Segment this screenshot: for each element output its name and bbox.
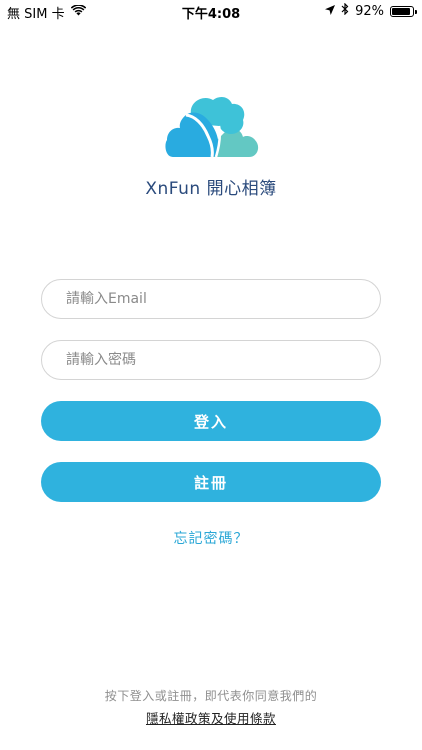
- battery-fill: [392, 7, 411, 15]
- password-field[interactable]: [41, 340, 381, 380]
- login-button[interactable]: 登入: [41, 401, 381, 441]
- email-input[interactable]: [42, 280, 380, 318]
- battery-percent: 92%: [355, 3, 384, 19]
- cloud-logo-icon: [161, 94, 261, 164]
- password-input[interactable]: [42, 341, 380, 379]
- register-button[interactable]: 註冊: [41, 462, 381, 502]
- app-name: XnFun 開心相簿: [145, 179, 277, 199]
- email-field[interactable]: [41, 279, 381, 319]
- bluetooth-icon: [341, 2, 349, 19]
- location-arrow-icon: [325, 4, 336, 19]
- forgot-password-link[interactable]: 忘記密碼？: [0, 528, 422, 548]
- status-bar-right: 92%: [325, 2, 417, 19]
- status-bar: 無 SIM 卡 下午4:08 92%: [0, 0, 422, 22]
- battery-icon: [390, 5, 417, 17]
- agreement-text: 按下登入或註冊，即代表你同意我們的: [104, 689, 318, 703]
- privacy-policy-link[interactable]: 隱私權政策及使用條款: [0, 708, 422, 727]
- battery-cap: [415, 9, 417, 14]
